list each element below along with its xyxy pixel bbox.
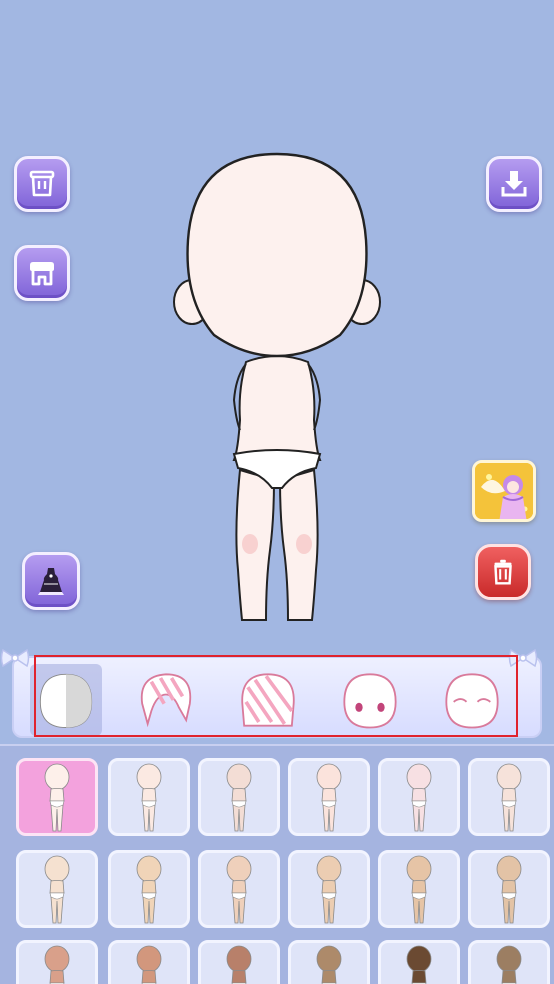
mini-body-icon [44,855,70,924]
tab-body[interactable] [30,664,102,736]
skin-tone-option[interactable] [468,940,550,984]
fairy-character-thumbnail[interactable] [472,460,536,522]
mini-body-icon [406,763,432,832]
back-hair-icon [241,673,295,727]
mini-body-icon [316,945,342,984]
body-icon [39,673,93,728]
skin-tone-option[interactable] [198,758,280,836]
skin-tone-option[interactable] [378,758,460,836]
mini-body-icon [316,855,342,924]
mini-body-icon [496,855,522,924]
tab-front-hair[interactable] [130,664,202,736]
download-button[interactable] [486,156,542,212]
fairy-character-image [475,463,533,519]
tab-back-hair[interactable] [232,664,304,736]
skin-tone-option[interactable] [198,940,280,984]
skin-tone-option[interactable] [16,850,98,928]
tab-eyes[interactable] [334,664,406,736]
skin-tone-option[interactable] [288,850,370,928]
skin-tone-option[interactable] [378,850,460,928]
mini-body-icon [44,945,70,984]
bow-right-icon [508,648,538,668]
skin-tone-option[interactable] [288,758,370,836]
skin-tone-option[interactable] [468,758,550,836]
skin-tone-option[interactable] [108,758,190,836]
skin-tone-option[interactable] [468,850,550,928]
closed-eyes-icon [445,673,499,729]
mini-body-icon [406,945,432,984]
mini-body-icon [496,763,522,832]
character-body [173,152,381,621]
delete-button[interactable] [475,544,531,600]
mini-body-icon [136,945,162,984]
front-hair-icon [140,673,192,728]
mini-body-icon [226,945,252,984]
skin-tone-option[interactable] [16,940,98,984]
tab-closed-eyes[interactable] [436,664,508,736]
download-icon [501,171,527,197]
trash-icon [494,559,512,585]
mini-body-icon [316,763,342,832]
skin-tone-option[interactable] [108,940,190,984]
mini-body-icon [136,763,162,832]
skin-tone-option[interactable] [108,850,190,928]
mini-body-icon [226,855,252,924]
dress-preset-icon [38,568,64,595]
bow-left-icon [0,648,30,668]
skin-tone-option[interactable] [198,850,280,928]
mini-body-icon [226,763,252,832]
wardrobe-icon [29,170,55,197]
shop-icon [30,262,54,286]
mini-body-icon [406,855,432,924]
dress-preset-button[interactable] [22,552,80,610]
wardrobe-button[interactable] [14,156,70,212]
eyes-icon [343,673,397,729]
mini-body-icon [136,855,162,924]
skin-tone-option[interactable] [378,940,460,984]
mini-body-icon [496,945,522,984]
skin-tone-option[interactable] [288,940,370,984]
mini-body-icon [44,763,70,832]
shop-button[interactable] [14,245,70,301]
skin-tone-option[interactable] [16,758,98,836]
